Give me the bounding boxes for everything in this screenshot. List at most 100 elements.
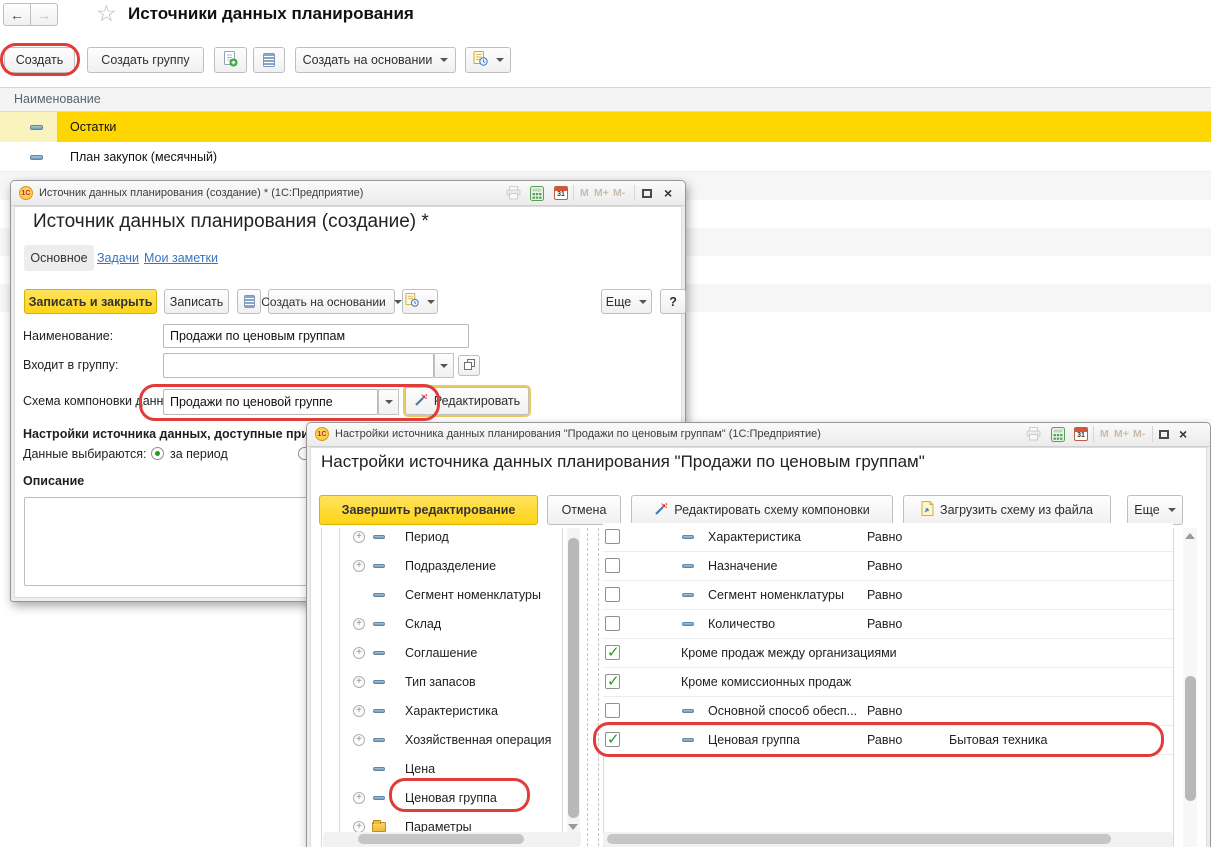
forward-button[interactable]: →: [30, 3, 58, 26]
filter-row-price-group[interactable]: ✓ Ценовая группа Равно Бытовая техника: [603, 726, 1173, 755]
tree-item[interactable]: + Подразделение: [341, 552, 581, 581]
schema-input[interactable]: Продажи по ценовой группе: [163, 389, 378, 415]
expand-icon[interactable]: +: [353, 647, 365, 659]
splitter-dashed-line[interactable]: [598, 528, 599, 847]
expand-icon[interactable]: +: [353, 531, 365, 543]
close-icon[interactable]: ×: [664, 185, 672, 201]
back-button[interactable]: ←: [3, 3, 31, 26]
filter-row[interactable]: Количество Равно: [603, 610, 1173, 639]
expand-icon[interactable]: +: [353, 734, 365, 746]
tree-item[interactable]: + Тип запасов: [341, 668, 581, 697]
filter-row[interactable]: Сегмент номенклатуры Равно: [603, 581, 1173, 610]
create-group-button[interactable]: Создать группу: [87, 47, 204, 73]
filter-row[interactable]: Назначение Равно: [603, 552, 1173, 581]
radio-period[interactable]: [151, 447, 164, 460]
checkbox-checked[interactable]: ✓: [605, 674, 620, 689]
load-schema-button[interactable]: Загрузить схему из файла: [903, 495, 1111, 525]
more-button[interactable]: Еще: [601, 289, 652, 314]
tree-item[interactable]: + Период: [341, 523, 581, 552]
filter-row[interactable]: ✓ Кроме комиссионных продаж: [603, 668, 1173, 697]
tree-item-label: Характеристика: [405, 697, 498, 726]
list-row[interactable]: План закупок (месячный): [0, 142, 1211, 172]
filter-hscrollbar-thumb[interactable]: [607, 834, 1111, 844]
tree-hscrollbar-thumb[interactable]: [358, 834, 524, 844]
scroll-up-icon[interactable]: [1185, 533, 1195, 539]
maximize-icon[interactable]: [1159, 430, 1169, 439]
star-icon[interactable]: ☆: [96, 0, 117, 27]
help-button[interactable]: ?: [660, 289, 686, 314]
calendar-icon[interactable]: 31: [554, 186, 568, 200]
expand-icon[interactable]: +: [353, 618, 365, 630]
expand-icon[interactable]: +: [353, 792, 365, 804]
tree-item[interactable]: + Склад: [341, 610, 581, 639]
tab-main[interactable]: Основное: [24, 245, 94, 271]
save-button[interactable]: Записать: [164, 289, 229, 314]
checkbox-unchecked[interactable]: [605, 703, 620, 718]
set-interval-button[interactable]: [237, 289, 261, 314]
expand-icon[interactable]: +: [353, 676, 365, 688]
tree-item[interactable]: + Хозяйственная операция: [341, 726, 581, 755]
calculator-icon[interactable]: [530, 186, 544, 204]
tree-item[interactable]: + Характеристика: [341, 697, 581, 726]
memory-mminus-button[interactable]: M-: [613, 187, 625, 199]
calculator-icon[interactable]: [1051, 427, 1065, 445]
expand-icon[interactable]: +: [353, 705, 365, 717]
item-dash-icon: [30, 155, 43, 160]
checkbox-unchecked[interactable]: [605, 558, 620, 573]
group-open-button[interactable]: [458, 355, 480, 376]
memory-m-button[interactable]: M: [580, 187, 589, 199]
tree-item-label: Тип запасов: [405, 668, 476, 697]
memory-mplus-button[interactable]: M+: [594, 187, 609, 199]
print-icon[interactable]: [506, 186, 521, 203]
tree-item-price-group[interactable]: + Ценовая группа: [341, 784, 581, 813]
list-row-selected[interactable]: Остатки: [0, 112, 1211, 142]
memory-mplus-button[interactable]: M+: [1114, 428, 1129, 440]
memory-mminus-button[interactable]: M-: [1133, 428, 1145, 440]
splitter-dashed-line[interactable]: [587, 528, 588, 847]
checkbox-unchecked[interactable]: [605, 616, 620, 631]
edit-schema-button[interactable]: Редактировать: [405, 387, 529, 415]
window-titlebar[interactable]: 1С Настройки источника данных планирован…: [307, 423, 1210, 447]
create-button[interactable]: Создать: [4, 47, 75, 73]
tab-tasks[interactable]: Задачи: [97, 251, 139, 265]
group-dropdown-button[interactable]: [434, 353, 454, 378]
list-stack-icon: [263, 53, 275, 67]
create-based-on-button[interactable]: Создать на основании: [268, 289, 395, 314]
expand-icon[interactable]: +: [353, 560, 365, 572]
schema-dropdown-button[interactable]: [378, 389, 399, 415]
close-icon[interactable]: ×: [1179, 426, 1187, 442]
group-input[interactable]: [163, 353, 434, 378]
tree-item[interactable]: Сегмент номенклатуры: [341, 581, 581, 610]
reports-button[interactable]: [465, 47, 511, 73]
filter-row[interactable]: Основной способ обесп... Равно: [603, 697, 1173, 726]
tree-scrollbar-thumb[interactable]: [568, 538, 579, 818]
filter-scrollbar-thumb[interactable]: [1185, 676, 1196, 801]
dialog-heading: Настройки источника данных планирования …: [321, 452, 925, 472]
calendar-icon[interactable]: 31: [1074, 427, 1088, 441]
checkbox-unchecked[interactable]: [605, 529, 620, 544]
name-input[interactable]: Продажи по ценовым группам: [163, 324, 469, 348]
reports-button[interactable]: [402, 289, 438, 314]
set-interval-button[interactable]: [253, 47, 285, 73]
save-close-button[interactable]: Записать и закрыть: [24, 289, 157, 314]
maximize-icon[interactable]: [642, 189, 652, 198]
more-button[interactable]: Еще: [1127, 495, 1183, 525]
scroll-down-icon[interactable]: [568, 824, 578, 830]
create-based-on-button[interactable]: Создать на основании: [295, 47, 456, 73]
tree-item[interactable]: + Соглашение: [341, 639, 581, 668]
print-icon[interactable]: [1026, 427, 1041, 444]
cancel-button[interactable]: Отмена: [547, 495, 621, 525]
copy-item-button[interactable]: [214, 47, 247, 73]
checkbox-checked[interactable]: ✓: [605, 732, 620, 747]
filter-row[interactable]: ✓ Кроме продаж между организациями: [603, 639, 1173, 668]
tree-item[interactable]: Цена: [341, 755, 581, 784]
finish-editing-button[interactable]: Завершить редактирование: [319, 495, 538, 525]
filter-row[interactable]: Характеристика Равно: [603, 523, 1173, 552]
list-header-name[interactable]: Наименование: [0, 87, 1211, 112]
memory-m-button[interactable]: M: [1100, 428, 1109, 440]
checkbox-checked[interactable]: ✓: [605, 645, 620, 660]
tab-notes[interactable]: Мои заметки: [144, 251, 218, 265]
edit-composition-schema-button[interactable]: Редактировать схему компоновки: [631, 495, 893, 525]
window-titlebar[interactable]: 1С Источник данных планирования (создани…: [11, 181, 685, 206]
checkbox-unchecked[interactable]: [605, 587, 620, 602]
